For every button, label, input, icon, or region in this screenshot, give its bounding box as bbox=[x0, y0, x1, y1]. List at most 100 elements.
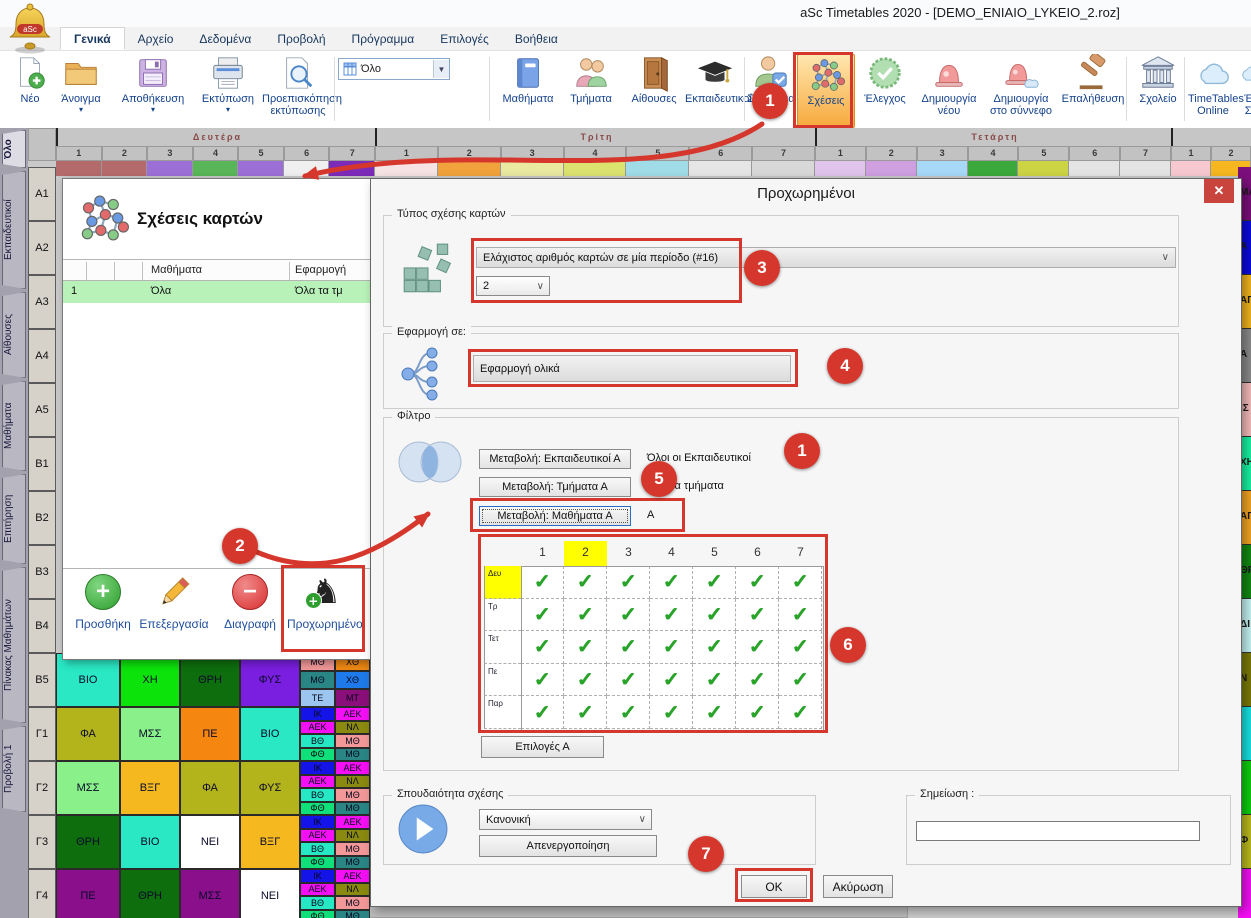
grid-cell-Τρ-6[interactable]: ✓ bbox=[736, 599, 779, 632]
lesson-mini-cell[interactable]: ΙΚ bbox=[300, 869, 335, 883]
menu-tab-Επιλογές[interactable]: Επιλογές bbox=[427, 28, 502, 49]
grid-row-label-Δευ[interactable]: Δευ bbox=[484, 566, 521, 599]
toolbar-button-13[interactable]: Δημιουργία νέου bbox=[916, 53, 982, 125]
lesson-mini-cell[interactable]: ΑΕΚ bbox=[300, 721, 335, 735]
filter-change-button-3[interactable]: Μεταβολή: Μαθήματα Α bbox=[479, 506, 631, 526]
grid-row-label-Παρ[interactable]: Παρ bbox=[484, 696, 521, 729]
lesson-mini-cell[interactable]: ΙΚ bbox=[300, 707, 335, 721]
lesson-mini-cell[interactable]: ΒΘ bbox=[300, 734, 335, 748]
menu-tab-Αρχείο[interactable]: Αρχείο bbox=[125, 28, 187, 49]
lesson-mini-cell[interactable]: ΒΘ bbox=[300, 896, 335, 910]
lesson-cell[interactable]: ΦΥΣ bbox=[240, 653, 300, 707]
lesson-cell[interactable]: ΒΞΓ bbox=[240, 815, 300, 869]
grid-column-header-4[interactable]: 4 bbox=[650, 541, 693, 566]
grid-cell-Πε-5[interactable]: ✓ bbox=[693, 664, 736, 697]
lesson-mini-cell[interactable]: ΑΕΚ bbox=[300, 883, 335, 897]
lesson-cell[interactable]: ΒΞΓ bbox=[120, 761, 180, 815]
count-combo[interactable]: 2 ∨ bbox=[476, 276, 550, 296]
row-header-Γ3[interactable]: Γ3 bbox=[28, 815, 56, 869]
lesson-mini-cell[interactable]: ΤΕ bbox=[300, 689, 335, 707]
lesson-mini-cell[interactable]: ΜΤ bbox=[335, 689, 370, 707]
lesson-cell[interactable]: ΒΙΟ bbox=[120, 815, 180, 869]
grid-cell-Πε-1[interactable]: ✓ bbox=[521, 664, 564, 697]
menu-tab-Δεδομένα[interactable]: Δεδομένα bbox=[186, 28, 264, 49]
lesson-mini-cell[interactable]: ΒΘ bbox=[300, 842, 335, 856]
grid-row-label-Πε[interactable]: Πε bbox=[484, 664, 521, 697]
lesson-mini-cell[interactable]: ΧΘ bbox=[335, 671, 370, 689]
grid-cell-Παρ-7[interactable]: ✓ bbox=[779, 696, 822, 729]
options-a-button[interactable]: Επιλογές Α bbox=[481, 736, 604, 758]
chevron-down-icon[interactable]: ▼ bbox=[433, 60, 449, 78]
toolbar-button-5[interactable]: Προεπισκόπηση εκτύπωσης bbox=[262, 53, 334, 125]
grid-column-header-1[interactable]: 1 bbox=[521, 541, 564, 566]
grid-cell-Πε-2[interactable]: ✓ bbox=[564, 664, 607, 697]
row-header-B5[interactable]: B5 bbox=[28, 653, 56, 707]
sidebar-tab-Επιτήρηση[interactable]: Επιτήρηση bbox=[2, 474, 26, 564]
lesson-mini-cell[interactable]: ΝΛ bbox=[335, 775, 370, 789]
close-button[interactable]: ✕ bbox=[1204, 179, 1234, 203]
lesson-mini-cell[interactable]: ΑΕΚ bbox=[300, 775, 335, 789]
grid-cell-Τρ-4[interactable]: ✓ bbox=[650, 599, 693, 632]
row-header-B1[interactable]: B1 bbox=[28, 437, 56, 491]
toolbar-button-11[interactable]: Σχέσεις bbox=[797, 54, 855, 128]
lesson-mini-cell[interactable]: ΙΚ bbox=[300, 815, 335, 829]
lesson-cell[interactable]: ΜΣΣ bbox=[180, 869, 240, 918]
toolbar-button-9[interactable]: Εκπαιδευτικοί bbox=[685, 53, 745, 125]
lesson-cell[interactable]: ΦΑ bbox=[56, 707, 120, 761]
toolbar-button-10[interactable]: Σεμινάρια bbox=[747, 53, 795, 125]
importance-combo[interactable]: Κανονική ∨ bbox=[479, 809, 652, 830]
lesson-cell[interactable]: ΝΕΙ bbox=[180, 815, 240, 869]
toolbar-button-7[interactable]: Τμήματα bbox=[561, 53, 621, 125]
lesson-mini-cell[interactable]: ΝΛ bbox=[335, 721, 370, 735]
filter-change-button-1[interactable]: Μεταβολή: Εκπαιδευτικοί Α bbox=[479, 449, 631, 469]
lesson-mini-cell[interactable]: ΜΘ bbox=[300, 671, 335, 689]
lesson-mini-cell[interactable]: ΑΕΚ bbox=[335, 707, 370, 721]
grid-column-header-3[interactable]: 3 bbox=[607, 541, 650, 566]
grid-row-label-Τετ[interactable]: Τετ bbox=[484, 631, 521, 664]
grid-cell-Δευ-1[interactable]: ✓ bbox=[521, 566, 564, 599]
lesson-mini-cell[interactable]: ΜΘ bbox=[335, 748, 370, 762]
grid-cell-Πε-7[interactable]: ✓ bbox=[779, 664, 822, 697]
grid-cell-Τρ-2[interactable]: ✓ bbox=[564, 599, 607, 632]
grid-cell-Τρ-1[interactable]: ✓ bbox=[521, 599, 564, 632]
grid-cell-Δευ-5[interactable]: ✓ bbox=[693, 566, 736, 599]
lesson-mini-cell[interactable]: ΒΘ bbox=[300, 788, 335, 802]
grid-cell-Παρ-1[interactable]: ✓ bbox=[521, 696, 564, 729]
menu-tab-Προβολή[interactable]: Προβολή bbox=[264, 28, 338, 49]
grid-cell-Δευ-2[interactable]: ✓ bbox=[564, 566, 607, 599]
grid-cell-Πε-4[interactable]: ✓ bbox=[650, 664, 693, 697]
grid-cell-Παρ-4[interactable]: ✓ bbox=[650, 696, 693, 729]
grid-cell-Δευ-3[interactable]: ✓ bbox=[607, 566, 650, 599]
toolbar-button-12[interactable]: Έλεγχος bbox=[856, 53, 914, 125]
lesson-mini-cell[interactable]: ΑΕΚ bbox=[335, 869, 370, 883]
menu-tab-Πρόγραμμα[interactable]: Πρόγραμμα bbox=[339, 28, 428, 49]
lesson-cell[interactable]: ΝΕΙ bbox=[240, 869, 300, 918]
lesson-mini-cell[interactable]: ΝΛ bbox=[335, 883, 370, 897]
row-header-Γ1[interactable]: Γ1 bbox=[28, 707, 56, 761]
lesson-mini-cell[interactable]: ΜΘ bbox=[335, 910, 370, 918]
grid-cell-Παρ-2[interactable]: ✓ bbox=[564, 696, 607, 729]
menu-tab-Βοήθεια[interactable]: Βοήθεια bbox=[502, 28, 571, 49]
lesson-mini-cell[interactable]: ΜΘ bbox=[335, 734, 370, 748]
ok-button[interactable]: OK bbox=[741, 875, 807, 898]
toolbar-button-14[interactable]: Δημιουργία στο σύννεφο bbox=[984, 53, 1058, 125]
grid-cell-Δευ-7[interactable]: ✓ bbox=[779, 566, 822, 599]
toolbar-button-15[interactable]: Επαλήθευση bbox=[1060, 53, 1126, 125]
toolbar-button-3[interactable]: Αποθήκευση▾ bbox=[112, 53, 194, 125]
lesson-cell[interactable]: ΘΡΗ bbox=[120, 869, 180, 918]
note-input[interactable] bbox=[916, 821, 1200, 841]
lesson-mini-cell[interactable]: ΑΕΚ bbox=[335, 761, 370, 775]
sidebar-tab-Πίνακας Μαθημάτων[interactable]: Πίνακας Μαθημάτων bbox=[2, 567, 26, 723]
chevron-down-icon[interactable]: ▾ bbox=[52, 106, 110, 114]
toolbar-button-2[interactable]: Άνοιγμα▾ bbox=[52, 53, 110, 125]
relation-type-dropdown[interactable]: Ελάχιστος αριθμός καρτών σε μία περίοδο … bbox=[476, 247, 1176, 268]
grid-cell-Πε-6[interactable]: ✓ bbox=[736, 664, 779, 697]
menu-tab-Γενικά[interactable]: Γενικά bbox=[60, 27, 125, 50]
sidebar-tab-Μαθήματα[interactable]: Μαθήματα bbox=[2, 381, 26, 471]
toolbar-button-16[interactable]: Σχολείο bbox=[1130, 53, 1186, 125]
lesson-cell[interactable]: ΦΑ bbox=[180, 761, 240, 815]
lesson-mini-cell[interactable]: ΦΘ bbox=[300, 910, 335, 918]
row-header-Γ2[interactable]: Γ2 bbox=[28, 761, 56, 815]
sidebar-tab-Αίθουσες[interactable]: Αίθουσες bbox=[2, 292, 26, 378]
chevron-down-icon[interactable]: ▾ bbox=[196, 106, 260, 114]
